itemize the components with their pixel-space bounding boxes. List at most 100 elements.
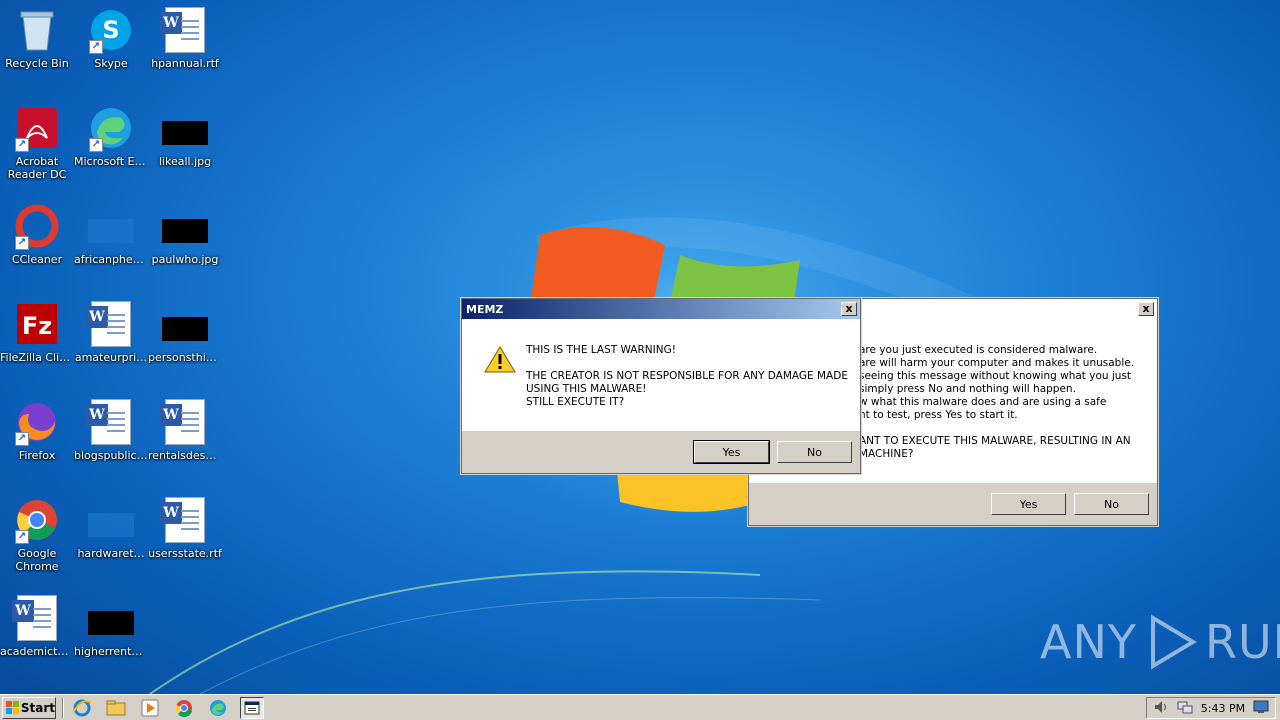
image-thumbnail-icon: [87, 202, 135, 250]
desktop-icon-usersstate[interactable]: W usersstate.rtf: [148, 490, 222, 578]
word-document-icon: W: [12, 594, 61, 642]
desktop-icon-label: rentalsdescr…: [148, 449, 222, 462]
message-line: STILL EXECUTE IT?: [526, 396, 625, 408]
message-spacer: [526, 357, 848, 370]
skype-icon: S ↗: [87, 6, 135, 54]
message-line: MACHINE?: [859, 448, 914, 460]
acrobat-icon: ↗: [13, 104, 61, 152]
word-document-icon: W: [160, 496, 209, 544]
desktop-icon-likeall[interactable]: likeall.jpg: [148, 98, 222, 186]
desktop-icon-label: Recycle Bin: [5, 57, 69, 70]
shortcut-arrow-icon: ↗: [15, 432, 29, 446]
image-thumbnail-icon: [161, 300, 209, 348]
shortcut-arrow-icon: ↗: [15, 138, 29, 152]
windows-flag-icon: [6, 700, 19, 715]
image-thumbnail-icon: [161, 104, 209, 152]
desktop-icon-rentalsdescr[interactable]: W rentalsdescr…: [148, 392, 222, 480]
shortcut-arrow-icon: ↗: [89, 40, 103, 54]
svg-text:Fz: Fz: [22, 312, 52, 340]
desktop-icon-label: hardwaret…: [77, 547, 145, 560]
recycle-bin-icon: [13, 6, 61, 54]
edge-icon: ↗: [87, 104, 135, 152]
yes-button[interactable]: Yes: [991, 493, 1066, 515]
desktop-icon-skype[interactable]: S ↗ Skype: [74, 0, 148, 88]
desktop-icon-label: Google Chrome: [15, 547, 59, 573]
desktop-icon-recycle-bin[interactable]: Recycle Bin: [0, 0, 74, 88]
play-triangle-icon: [1150, 614, 1197, 670]
close-icon[interactable]: x: [1138, 302, 1154, 316]
message-line: THE CREATOR IS NOT RESPONSIBLE FOR ANY D…: [526, 370, 848, 382]
explorer-icon[interactable]: [104, 697, 128, 719]
dialog-button-bar: Yes No: [462, 431, 860, 473]
watermark-text-left: ANY: [1040, 615, 1137, 669]
message-line: USING THIS MALWARE!: [526, 383, 647, 395]
desktop-icon-label: Firefox: [18, 449, 56, 462]
desktop-icon-label: blogspublic.rtf: [74, 449, 148, 462]
desktop-icon-blogspublic[interactable]: W blogspublic.rtf: [74, 392, 148, 480]
desktop-icon-label: higherrental…: [74, 645, 148, 658]
firefox-icon: ↗: [13, 398, 61, 446]
image-thumbnail-icon: [161, 202, 209, 250]
memz-window-icon[interactable]: [240, 696, 264, 719]
desktop-icon-filezilla[interactable]: Fz FileZilla Client: [0, 294, 74, 382]
chrome-icon: ↗: [13, 496, 61, 544]
shortcut-arrow-icon: ↗: [89, 138, 103, 152]
desktop-icon-label: likeall.jpg: [158, 155, 212, 168]
system-tray: 5:43 PM: [1146, 697, 1276, 719]
filezilla-icon: Fz: [13, 300, 61, 348]
memz-dialog-front[interactable]: MEMZ x THIS IS THE LAST WARNING! THE CRE…: [461, 298, 861, 474]
watermark-text-right: RUN: [1204, 615, 1280, 669]
ie-icon[interactable]: [70, 697, 94, 719]
image-thumbnail-icon: [87, 496, 135, 544]
ccleaner-icon: ↗: [13, 202, 61, 250]
start-button[interactable]: Start: [2, 696, 56, 719]
svg-text:S: S: [102, 16, 119, 44]
shortcut-arrow-icon: ↗: [15, 530, 29, 544]
edge-icon[interactable]: [206, 697, 230, 719]
word-document-icon: W: [160, 398, 209, 446]
message-line: are you just executed is considered malw…: [859, 344, 1098, 356]
show-desktop-icon[interactable]: [1253, 700, 1269, 717]
no-button[interactable]: No: [1074, 493, 1149, 515]
media-player-icon[interactable]: [138, 697, 162, 719]
desktop-icon-higherrental[interactable]: higherrental…: [74, 588, 148, 676]
message-line: seeing this message without knowing what…: [859, 370, 1132, 382]
desktop-icon-label: africanphen…: [74, 253, 148, 266]
desktop-icon-label: amateurpri…: [74, 351, 148, 364]
desktop-icon-ccleaner[interactable]: ↗ CCleaner: [0, 196, 74, 284]
message-line: THIS IS THE LAST WARNING!: [526, 344, 676, 356]
network-icon[interactable]: [1177, 700, 1193, 717]
shortcut-arrow-icon: ↗: [15, 236, 29, 250]
desktop-icon-label: Skype: [94, 57, 128, 70]
desktop-icon-label: academicty…: [0, 645, 74, 658]
desktop-icon-edge[interactable]: ↗ Microsoft Edge: [74, 98, 148, 186]
chrome-icon[interactable]: [172, 697, 196, 719]
taskbar-separator: [62, 697, 64, 718]
desktop-icon-grid: Recycle Bin S ↗ Skype W hpannual.rtf ↗ A…: [0, 0, 240, 690]
desktop-icon-label: FileZilla Client: [0, 351, 74, 364]
desktop-icon-amateurpri[interactable]: W amateurpri…: [74, 294, 148, 382]
desktop-icon-paulwho[interactable]: paulwho.jpg: [148, 196, 222, 284]
clock[interactable]: 5:43 PM: [1201, 702, 1245, 715]
message-line: are will harm your computer and makes it…: [859, 357, 1135, 369]
desktop-icon-firefox[interactable]: ↗ Firefox: [0, 392, 74, 480]
desktop-icon-acrobat[interactable]: ↗ Acrobat Reader DC: [0, 98, 74, 186]
yes-button[interactable]: Yes: [693, 440, 770, 464]
message-line: ANT TO EXECUTE THIS MALWARE, RESULTING I…: [859, 435, 1131, 447]
close-icon[interactable]: x: [841, 302, 857, 316]
desktop-icon-label: paulwho.jpg: [151, 253, 219, 266]
word-document-icon: W: [86, 300, 135, 348]
desktop-icon-hardwaret[interactable]: hardwaret…: [74, 490, 148, 578]
desktop-icon-personsthin[interactable]: personsthin…: [148, 294, 222, 382]
taskbar: Start 5:43 PM: [0, 694, 1280, 720]
message-line: simply press No and nothing will happen.: [859, 383, 1076, 395]
no-button[interactable]: No: [777, 441, 852, 463]
volume-icon[interactable]: [1153, 700, 1169, 717]
desktop-icon-chrome[interactable]: ↗ Google Chrome: [0, 490, 74, 578]
desktop-icon-africanphen[interactable]: africanphen…: [74, 196, 148, 284]
desktop-icon-label: usersstate.rtf: [148, 547, 222, 560]
dialog-titlebar[interactable]: MEMZ x: [462, 299, 860, 319]
word-document-icon: W: [160, 6, 209, 54]
desktop-icon-academicty[interactable]: W academicty…: [0, 588, 74, 676]
desktop-icon-hpannual[interactable]: W hpannual.rtf: [148, 0, 222, 88]
